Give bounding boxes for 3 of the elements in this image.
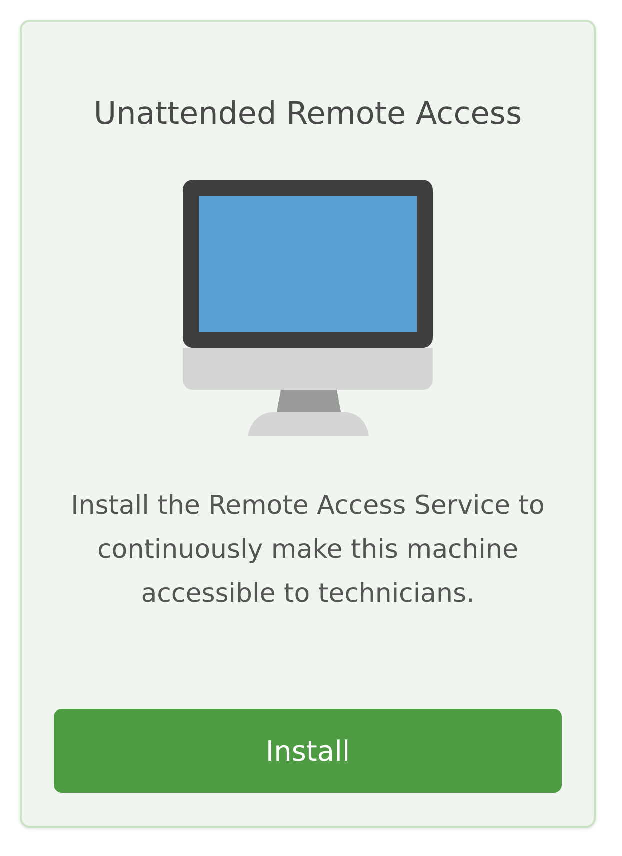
card-title: Unattended Remote Access <box>94 95 522 134</box>
description-text: Install the Remote Access Service to continuously make this machine accessible to technicians. <box>70 490 546 611</box>
install-button[interactable]: Install <box>54 709 562 793</box>
